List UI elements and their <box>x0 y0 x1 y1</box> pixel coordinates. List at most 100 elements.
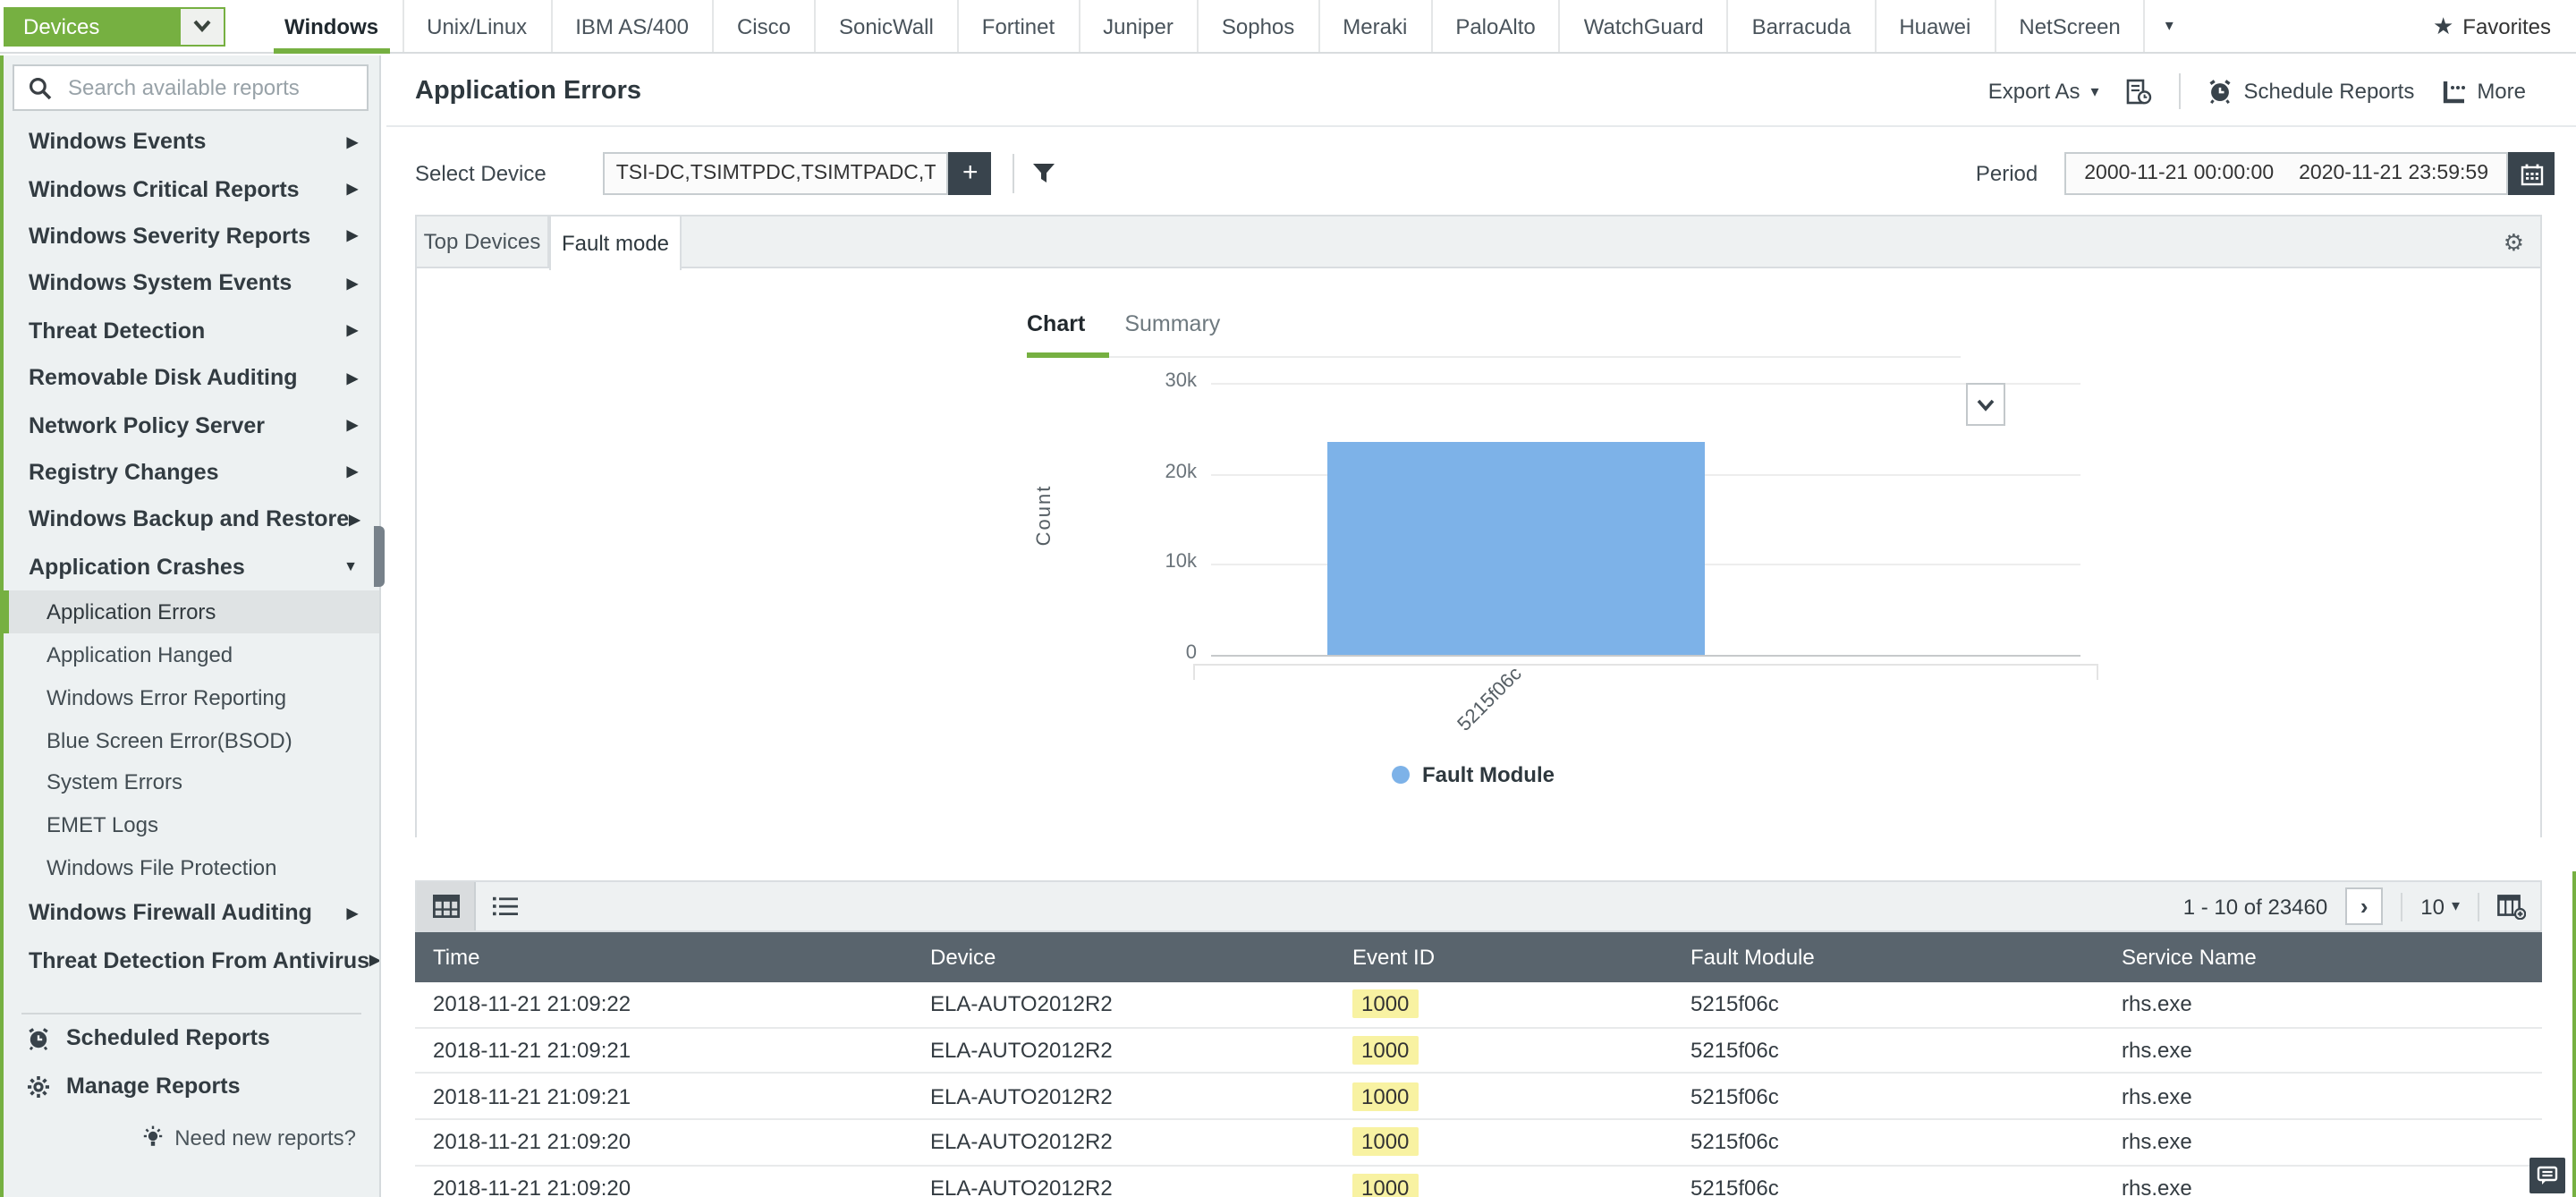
schedule-reports-button[interactable]: Schedule Reports <box>2208 79 2415 104</box>
panel-settings-gear-icon[interactable]: ⚙ <box>2504 216 2524 268</box>
page-size-dropdown[interactable]: 10 ▾ <box>2420 894 2460 919</box>
device-input[interactable] <box>604 152 949 195</box>
device-type-tab[interactable]: PaloAlto <box>1430 0 1558 52</box>
sidebar-report-item[interactable]: System Errors <box>4 761 379 804</box>
pager-divider <box>2401 892 2402 921</box>
sidebar-category-label: Threat Detection From Antivirus <box>29 947 369 972</box>
table-row[interactable]: 2018-11-21 21:09:20 ELA-AUTO2012R2 1000 … <box>415 1120 2542 1166</box>
cell-time: 2018-11-21 21:09:21 <box>415 1038 912 1063</box>
cell-fault-module: 5215f06c <box>1673 992 2104 1017</box>
sidebar-category[interactable]: Threat Detection From Antivirus ▶ ▼ <box>4 937 379 984</box>
sidebar-report-item[interactable]: Windows Error Reporting <box>4 675 379 718</box>
device-type-tab[interactable]: Barracuda <box>1727 0 1875 52</box>
feedback-chat-button[interactable] <box>2529 1158 2565 1193</box>
device-type-tab[interactable]: Huawei <box>1874 0 1994 52</box>
sidebar-collapse-handle[interactable] <box>374 526 385 587</box>
device-type-tab[interactable]: SonicWall <box>814 0 957 52</box>
sidebar-item-scheduled-reports[interactable]: Scheduled Reports <box>4 1014 379 1063</box>
table-row[interactable]: 2018-11-21 21:09:20 ELA-AUTO2012R2 1000 … <box>415 1167 2542 1197</box>
search-input[interactable] <box>64 73 352 102</box>
more-device-types-button[interactable]: ▾ <box>2144 0 2193 52</box>
device-type-tab-label: Fortinet <box>982 13 1055 38</box>
view-tab[interactable]: Summary <box>1124 311 1220 347</box>
table-row[interactable]: 2018-11-21 21:09:21 ELA-AUTO2012R2 1000 … <box>415 1028 2542 1074</box>
report-tab-label: Top Devices <box>424 229 541 254</box>
add-column-button[interactable] <box>2497 894 2526 919</box>
filter-funnel-icon[interactable] <box>1033 163 1056 184</box>
report-tab[interactable]: Top Devices <box>417 216 549 267</box>
legend-item[interactable]: Fault Module <box>1392 762 1555 787</box>
period-end-value: 2020-11-21 23:59:59 <box>2299 163 2488 184</box>
sidebar-report-item[interactable]: Windows File Protection <box>4 847 379 890</box>
document-clock-icon <box>2126 78 2153 105</box>
device-type-tab[interactable]: Fortinet <box>957 0 1078 52</box>
sidebar-category[interactable]: Removable Disk Auditing ▶ ▼ <box>4 354 379 402</box>
results-table: Time Device Event ID Fault Module Servic… <box>415 932 2542 1197</box>
device-type-tab[interactable]: Meraki <box>1318 0 1430 52</box>
more-actions-button[interactable]: More <box>2441 79 2526 104</box>
chart-options-dropdown[interactable] <box>1966 383 2005 426</box>
sidebar-category[interactable]: Windows Events ▶ ▼ <box>4 118 379 166</box>
sidebar-category[interactable]: Windows Critical Reports ▶ ▼ <box>4 166 379 213</box>
favorites-button[interactable]: ★ Favorites <box>2433 13 2551 38</box>
sidebar-category[interactable]: Windows Backup and Restore ▶ ▼ <box>4 496 379 543</box>
y-axis-title: Count <box>1034 453 1055 578</box>
column-header-fault-module[interactable]: Fault Module <box>1673 945 2104 970</box>
devices-dropdown[interactable]: Devices <box>4 6 225 46</box>
sidebar-item-manage-reports[interactable]: Manage Reports <box>4 1063 379 1111</box>
add-device-button[interactable]: + <box>949 152 992 195</box>
device-type-tab[interactable]: WatchGuard <box>1559 0 1727 52</box>
sidebar-category-label: Registry Changes <box>29 460 219 485</box>
report-search[interactable] <box>13 64 369 111</box>
table-row[interactable]: 2018-11-21 21:09:22 ELA-AUTO2012R2 1000 … <box>415 982 2542 1028</box>
device-type-tab[interactable]: NetScreen <box>1994 0 2143 52</box>
sidebar-category[interactable]: Windows Severity Reports ▶ ▼ <box>4 213 379 260</box>
star-icon: ★ <box>2433 14 2453 38</box>
sidebar-category[interactable]: Network Policy Server ▶ ▼ <box>4 402 379 449</box>
device-type-tab[interactable]: IBM AS/400 <box>550 0 712 52</box>
column-header-time[interactable]: Time <box>415 945 912 970</box>
sidebar-category[interactable]: Application Crashes ▶ ▼ <box>4 543 379 590</box>
report-tab[interactable]: Fault mode <box>549 216 682 270</box>
sidebar-category[interactable]: Windows Firewall Auditing ▶ ▼ <box>4 889 379 937</box>
device-type-tab-label: SonicWall <box>839 13 934 38</box>
sidebar-category[interactable]: Threat Detection ▶ ▼ <box>4 307 379 354</box>
event-id-badge: 1000 <box>1352 1036 1418 1065</box>
bar[interactable] <box>1327 442 1705 655</box>
event-id-badge: 1000 <box>1352 1082 1418 1110</box>
table-row[interactable]: 2018-11-21 21:09:21 ELA-AUTO2012R2 1000 … <box>415 1074 2542 1120</box>
device-type-tab[interactable]: Juniper <box>1078 0 1197 52</box>
device-type-tab[interactable]: Sophos <box>1197 0 1318 52</box>
sidebar-report-item[interactable]: Application Hanged <box>4 633 379 676</box>
calendar-button[interactable] <box>2508 152 2555 195</box>
sidebar-category[interactable]: Windows System Events ▶ ▼ <box>4 259 379 307</box>
report-panel: Top Devices Fault mode ⚙ Chart Summary C… <box>415 215 2542 837</box>
list-view-button[interactable] <box>476 882 535 930</box>
device-type-tab[interactable]: Windows <box>261 0 402 52</box>
export-schedule-icon-button[interactable] <box>2126 78 2153 105</box>
column-header-event-id[interactable]: Event ID <box>1335 945 1673 970</box>
device-type-tab[interactable]: Cisco <box>712 0 814 52</box>
chevron-down-icon <box>1977 398 1995 411</box>
sidebar-report-label: Blue Screen Error(BSOD) <box>47 727 292 752</box>
axis-frame <box>1193 664 2098 666</box>
export-as-button[interactable]: Export As ▾ <box>1988 79 2099 104</box>
period-range-input[interactable]: 2000-11-21 00:00:00 2020-11-21 23:59:59 <box>2064 152 2508 195</box>
need-new-reports-link[interactable]: Need new reports? <box>4 1125 379 1150</box>
grid-view-icon <box>432 895 459 918</box>
next-page-button[interactable]: › <box>2345 887 2383 925</box>
view-tab[interactable]: Chart <box>1027 311 1085 347</box>
column-header-service-name[interactable]: Service Name <box>2104 945 2542 970</box>
sidebar-category[interactable]: Registry Changes ▶ ▼ <box>4 448 379 496</box>
grid-view-button[interactable] <box>417 882 476 930</box>
sidebar-report-item[interactable]: EMET Logs <box>4 804 379 847</box>
column-header-device[interactable]: Device <box>912 945 1335 970</box>
sidebar-category-label: Windows Severity Reports <box>29 224 310 249</box>
chevron-right-icon: ▶ <box>347 228 358 244</box>
sidebar-report-item[interactable]: Application Errors <box>4 590 379 633</box>
chevron-down-icon: ▾ <box>2452 896 2460 916</box>
device-type-tab[interactable]: Unix/Linux <box>402 0 550 52</box>
cell-device: ELA-AUTO2012R2 <box>912 1130 1335 1155</box>
chevron-down-icon[interactable] <box>181 8 224 44</box>
sidebar-report-item[interactable]: Blue Screen Error(BSOD) <box>4 718 379 761</box>
